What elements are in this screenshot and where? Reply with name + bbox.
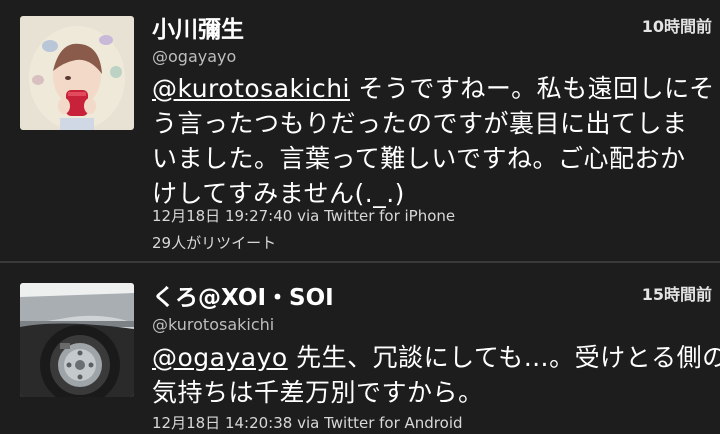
user-avatar-illustration-icon[interactable] (20, 16, 134, 130)
tweet-body-line: @ogayayo 先生、冗談にしても…。受けとる側の (152, 340, 720, 375)
retweet-count[interactable]: 29人がリツイート (152, 232, 276, 253)
tweet-body-line: @kurotosakichi そうですねー。私も遠回しにそ (152, 71, 715, 106)
user-display-name[interactable]: くろ@XOI・SOI (152, 278, 334, 312)
tweet-item[interactable]: 小川彌生 10時間前 @ogayayo @kurotosakichi そうですね… (0, 0, 720, 262)
tweet-timestamp: 15時間前 (641, 285, 712, 304)
mention-link[interactable]: @kurotosakichi (152, 74, 350, 103)
tweet-item[interactable]: くろ@XOI・SOI 15時間前 @kurotosakichi @ogayayo… (0, 263, 720, 434)
tweet-meta: 12月18日 14:20:38 via Twitter for Android (152, 414, 463, 432)
car-wheel-photo-icon[interactable] (20, 283, 134, 397)
tweet-body: @kurotosakichi そうですねー。私も遠回しにそ う言ったつもりだった… (152, 71, 715, 211)
tweet-timestamp: 10時間前 (641, 17, 712, 36)
user-handle[interactable]: @ogayayo (152, 47, 236, 66)
tweet-body-line: いました。言葉って難しいですね。ご心配おか (152, 144, 686, 173)
user-display-name[interactable]: 小川彌生 (152, 10, 244, 44)
tweet-meta: 12月18日 19:27:40 via Twitter for iPhone (152, 207, 456, 225)
tweet-body-text: 先生、冗談にしても…。受けとる側の (287, 343, 720, 372)
tweet-body-text: そうですねー。私も遠回しにそ (349, 74, 715, 103)
user-handle[interactable]: @kurotosakichi (152, 315, 274, 334)
tweet-body-line: う言ったつもりだったのですが裏目に出てしま (152, 109, 688, 138)
tweet-body-line: 気持ちは千差万別ですから。 (152, 378, 484, 407)
tweet-body: @ogayayo 先生、冗談にしても…。受けとる側の 気持ちは千差万別ですから。 (152, 340, 720, 410)
mention-link[interactable]: @ogayayo (152, 343, 288, 372)
